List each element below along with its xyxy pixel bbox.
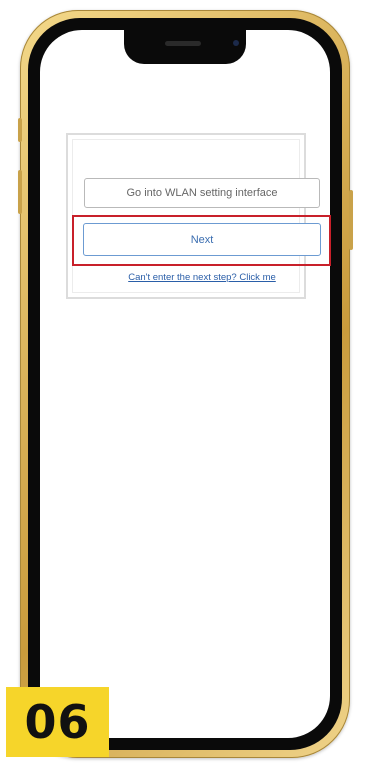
front-camera-icon <box>233 40 239 46</box>
volume-button-icon <box>18 170 22 214</box>
step-number-badge: 06 <box>6 687 109 757</box>
help-link[interactable]: Can't enter the next step? Click me <box>84 272 320 283</box>
wlan-settings-button-label: Go into WLAN setting interface <box>126 187 278 199</box>
volume-button-icon <box>18 118 22 142</box>
next-button[interactable]: Next <box>83 223 321 256</box>
tutorial-stage: Go into WLAN setting interface Next Can'… <box>0 0 371 771</box>
next-button-label: Next <box>190 233 214 246</box>
step-number: 06 <box>24 695 91 749</box>
wlan-settings-button[interactable]: Go into WLAN setting interface <box>84 178 320 208</box>
speaker-icon <box>165 41 201 46</box>
phone-notch <box>124 28 246 64</box>
power-button-icon <box>349 190 353 250</box>
